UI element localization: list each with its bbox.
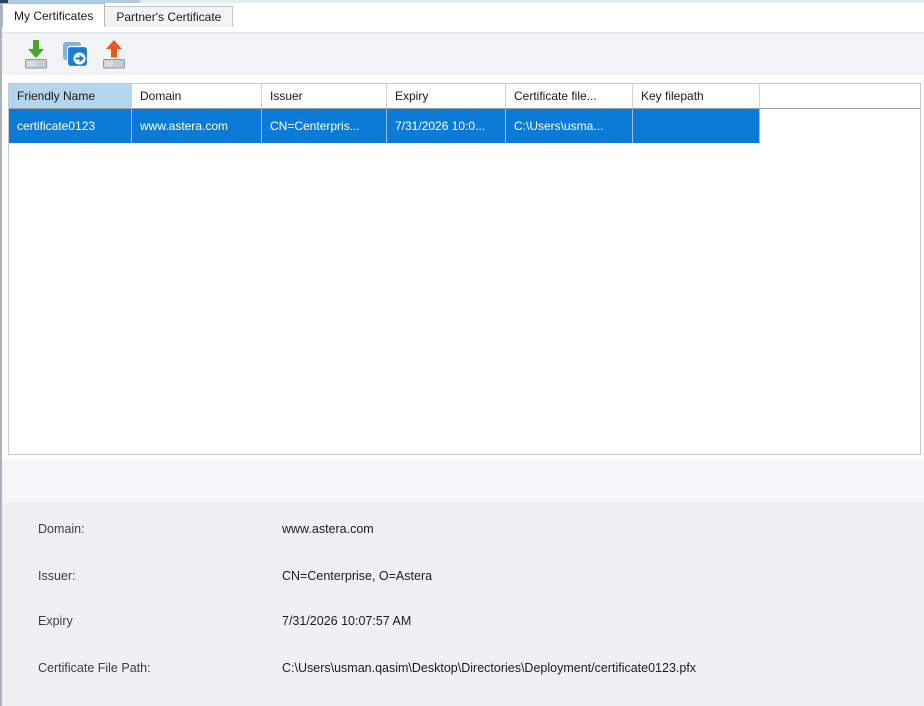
cell-friendly-name[interactable]: certificate0123	[9, 109, 132, 143]
certificate-row[interactable]: certificate0123 www.astera.com CN=Center…	[9, 109, 920, 143]
top-dock-strip-blue	[8, 0, 140, 3]
column-header-friendly-name[interactable]: Friendly Name	[9, 84, 132, 108]
column-header-key-filepath[interactable]: Key filepath	[633, 84, 760, 108]
separator-band	[2, 459, 924, 502]
row-filler	[760, 109, 920, 143]
copy-certificate-button[interactable]	[59, 36, 91, 72]
column-header-label: Certificate file...	[514, 89, 597, 103]
column-header-filler	[760, 84, 920, 108]
column-header-label: Issuer	[270, 89, 303, 103]
certificates-toolbar	[2, 32, 924, 75]
cell-key-filepath[interactable]	[633, 109, 760, 143]
certificate-details-panel: Domain: www.astera.com Issuer: CN=Center…	[2, 502, 924, 706]
cell-certificate-filepath[interactable]: C:\Users\usma...	[506, 109, 633, 143]
tab-my-certificates-label: My Certificates	[14, 8, 94, 23]
detail-label-expiry: Expiry	[38, 614, 73, 628]
column-header-issuer[interactable]: Issuer	[262, 84, 387, 108]
column-header-certificate-filepath[interactable]: Certificate file...	[506, 84, 633, 108]
import-certificate-button[interactable]	[20, 36, 52, 72]
certificates-grid: Friendly Name Domain Issuer Expiry Certi…	[8, 83, 921, 455]
top-dock-strip-dark	[0, 0, 8, 3]
tab-partners-certificate-label: Partner's Certificate	[116, 10, 222, 24]
column-header-domain[interactable]: Domain	[132, 84, 262, 108]
tab-partners-certificate[interactable]: Partner's Certificate	[104, 6, 234, 27]
detail-value-expiry: 7/31/2026 10:07:57 AM	[282, 614, 412, 628]
export-certificate-button[interactable]	[98, 36, 130, 72]
detail-value-certificate-file-path: C:\Users\usman.qasim\Desktop\Directories…	[282, 661, 697, 675]
top-dock-strip-light	[140, 0, 924, 3]
column-header-label: Domain	[140, 89, 182, 103]
certificates-tabstrip: My Certificates Partner's Certificate	[2, 3, 234, 27]
detail-label-certificate-file-path: Certificate File Path:	[38, 661, 151, 675]
cell-issuer[interactable]: CN=Centerpris...	[262, 109, 387, 143]
grid-header: Friendly Name Domain Issuer Expiry Certi…	[9, 84, 920, 109]
detail-label-domain: Domain:	[38, 522, 85, 536]
detail-value-issuer: CN=Centerprise, O=Astera	[282, 569, 433, 583]
column-header-label: Key filepath	[641, 89, 704, 103]
cell-domain[interactable]: www.astera.com	[132, 109, 262, 143]
detail-label-issuer: Issuer:	[38, 569, 76, 583]
column-header-expiry[interactable]: Expiry	[387, 84, 506, 108]
column-header-label: Friendly Name	[17, 89, 96, 103]
column-header-label: Expiry	[395, 89, 429, 103]
copy-certificate-icon	[62, 41, 89, 68]
cell-expiry[interactable]: 7/31/2026 10:0...	[387, 109, 506, 143]
tab-my-certificates[interactable]: My Certificates	[2, 3, 106, 27]
detail-value-domain: www.astera.com	[282, 522, 374, 536]
window-left-edge	[0, 0, 2, 706]
download-certificate-icon	[24, 39, 48, 70]
top-dock-strip	[0, 0, 924, 3]
upload-certificate-icon	[102, 39, 126, 70]
